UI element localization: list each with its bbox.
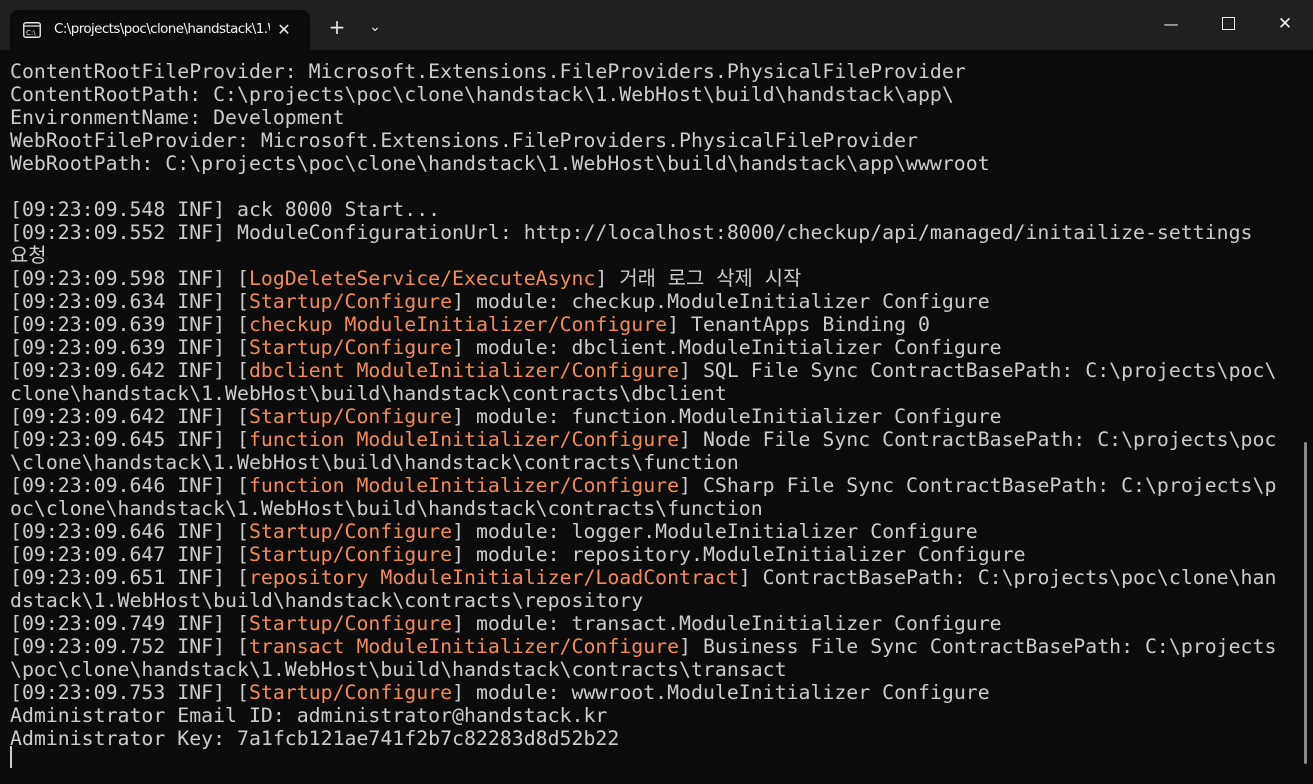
terminal-line: [09:23:09.552 INF] ModuleConfigurationUr…	[10, 221, 1253, 244]
new-tab-button[interactable]: +	[326, 16, 348, 38]
terminal-line: ContentRootPath: C:\projects\poc\clone\h…	[10, 83, 954, 106]
title-bar: C:\ C:\projects\poc\clone\handstack\1.We…	[0, 0, 1313, 50]
svg-text:C:\: C:\	[26, 29, 36, 37]
log-source-tag: Startup/Configure	[248, 681, 453, 704]
terminal-line: dstack\1.WebHost\build\handstack\contrac…	[10, 589, 644, 612]
terminal-line: [09:23:09.639 INF] [checkup ModuleInitia…	[10, 313, 930, 336]
log-source-tag: dbclient ModuleInitializer/Configure	[248, 359, 680, 382]
terminal-line: [09:23:09.753 INF] [Startup/Configure] m…	[10, 681, 990, 704]
log-source-tag: Startup/Configure	[248, 336, 453, 359]
text-cursor	[10, 746, 12, 768]
log-source-tag: Startup/Configure	[248, 290, 453, 313]
terminal-line: [09:23:09.548 INF] ack 8000 Start...	[10, 198, 441, 221]
maximize-button[interactable]	[1200, 0, 1256, 48]
terminal-line: [09:23:09.639 INF] [Startup/Configure] m…	[10, 336, 1002, 359]
terminal-line: [09:23:09.749 INF] [Startup/Configure] m…	[10, 612, 1002, 635]
terminal-line: [09:23:09.646 INF] [Startup/Configure] m…	[10, 520, 978, 543]
log-source-tag: repository ModuleInitializer/LoadContrac…	[248, 566, 739, 589]
terminal-line: WebRootFileProvider: Microsoft.Extension…	[10, 129, 918, 152]
log-source-tag: function ModuleInitializer/Configure	[248, 474, 680, 497]
log-source-tag: function ModuleInitializer/Configure	[248, 428, 680, 451]
log-source-tag: transact ModuleInitializer/Configure	[248, 635, 680, 658]
log-source-tag: checkup ModuleInitializer/Configure	[248, 313, 668, 336]
terminal-line: [09:23:09.642 INF] [Startup/Configure] m…	[10, 405, 1002, 428]
log-source-tag: Startup/Configure	[248, 612, 453, 635]
scrollbar[interactable]	[1304, 442, 1307, 764]
terminal-line: WebRootPath: C:\projects\poc\clone\hands…	[10, 152, 990, 175]
maximize-icon	[1222, 17, 1235, 30]
terminal-line: [09:23:09.752 INF] [transact ModuleIniti…	[10, 635, 1277, 658]
terminal-line: oc\clone\handstack\1.WebHost\build\hands…	[10, 497, 763, 520]
terminal-line: [09:23:09.645 INF] [function ModuleIniti…	[10, 428, 1277, 451]
log-source-tag: LogDeleteService/ExecuteAsync	[248, 267, 596, 290]
tab-terminal[interactable]: C:\ C:\projects\poc\clone\handstack\1.We…	[10, 10, 310, 50]
close-window-button[interactable]: ✕	[1257, 0, 1313, 48]
terminal-line: [09:23:09.634 INF] [Startup/Configure] m…	[10, 290, 990, 313]
chevron-down-icon[interactable]: ⌄	[364, 16, 386, 38]
close-tab-button[interactable]: ✕	[276, 22, 292, 38]
terminal-line: EnvironmentName: Development	[10, 106, 345, 129]
terminal-line: ContentRootFileProvider: Microsoft.Exten…	[10, 60, 966, 83]
tab-title: C:\projects\poc\clone\handstack\1.WebHos…	[54, 21, 270, 37]
terminal-output[interactable]: ContentRootFileProvider: Microsoft.Exten…	[10, 60, 1290, 780]
terminal-line: Administrator Email ID: administrator@ha…	[10, 704, 608, 727]
terminal-line: Administrator Key: 7a1fcb121ae741f2b7c82…	[10, 727, 620, 750]
terminal-line: [09:23:09.598 INF] [LogDeleteService/Exe…	[10, 267, 802, 290]
terminal-line: \clone\handstack\1.WebHost\build\handsta…	[10, 451, 739, 474]
minimize-button[interactable]: —	[1143, 0, 1199, 48]
terminal-line: [09:23:09.647 INF] [Startup/Configure] m…	[10, 543, 1026, 566]
terminal-line: [09:23:09.651 INF] [repository ModuleIni…	[10, 566, 1277, 589]
terminal-line: [09:23:09.642 INF] [dbclient ModuleIniti…	[10, 359, 1277, 382]
terminal-line: [09:23:09.646 INF] [function ModuleIniti…	[10, 474, 1277, 497]
log-source-tag: Startup/Configure	[248, 520, 453, 543]
terminal-line: clone\handstack\1.WebHost\build\handstac…	[10, 382, 727, 405]
terminal-line: 요청	[10, 244, 47, 267]
log-source-tag: Startup/Configure	[248, 543, 453, 566]
log-source-tag: Startup/Configure	[248, 405, 453, 428]
terminal-icon: C:\	[23, 22, 41, 38]
terminal-line: \poc\clone\handstack\1.WebHost\build\han…	[10, 658, 787, 681]
